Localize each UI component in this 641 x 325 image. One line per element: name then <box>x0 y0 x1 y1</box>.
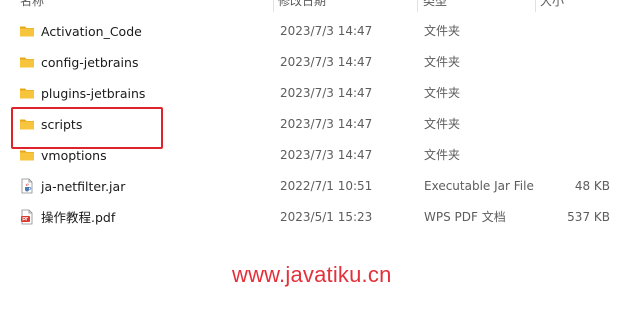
column-divider[interactable] <box>417 0 418 12</box>
folder-icon <box>20 26 34 37</box>
file-type: Executable Jar File <box>424 179 534 193</box>
column-header-date[interactable]: 修改日期 <box>278 0 326 9</box>
file-date: 2023/7/3 14:47 <box>280 86 373 100</box>
pdf-file-icon <box>21 209 33 225</box>
file-name: plugins-jetbrains <box>41 86 146 101</box>
watermark-text: www.javatiku.cn <box>232 262 392 287</box>
jar-file-icon <box>21 178 33 194</box>
column-divider[interactable] <box>273 0 274 12</box>
file-date: 2023/7/3 14:47 <box>280 117 373 131</box>
file-type: 文件夹 <box>424 55 461 69</box>
file-type: 文件夹 <box>424 86 461 100</box>
folder-icon <box>20 88 34 99</box>
file-date: 2023/7/3 14:47 <box>280 24 373 38</box>
file-type: 文件夹 <box>424 148 461 162</box>
folder-icon <box>20 150 34 161</box>
file-name: Activation_Code <box>41 24 142 39</box>
file-date: 2022/7/1 10:51 <box>280 179 373 193</box>
file-date: 2023/5/1 15:23 <box>280 210 373 224</box>
file-date: 2023/7/3 14:47 <box>280 148 373 162</box>
column-divider[interactable] <box>535 0 536 12</box>
file-size: 537 KB <box>567 210 610 224</box>
file-type: WPS PDF 文档 <box>424 210 506 224</box>
file-type: 文件夹 <box>424 24 461 38</box>
column-header-name[interactable]: 名称 <box>20 0 44 9</box>
file-size: 48 KB <box>574 179 610 193</box>
column-header-type[interactable]: 类型 <box>423 0 447 9</box>
file-name: ja-netfilter.jar <box>41 179 126 194</box>
file-type: 文件夹 <box>424 117 461 131</box>
folder-icon <box>20 57 34 68</box>
file-date: 2023/7/3 14:47 <box>280 55 373 69</box>
file-row[interactable]: 操作教程.pdf 2023/5/1 15:23 WPS PDF 文档 537 K… <box>0 202 641 233</box>
file-row[interactable]: ja-netfilter.jar 2022/7/1 10:51 Executab… <box>0 171 641 202</box>
column-header-size[interactable]: 大小 <box>540 0 564 9</box>
column-header-bar: 名称 修改日期 类型 大小 <box>0 0 641 12</box>
scripts-highlight-box <box>11 107 163 149</box>
file-name: config-jetbrains <box>41 55 139 70</box>
file-name: 操作教程.pdf <box>41 210 116 225</box>
file-row[interactable]: config-jetbrains 2023/7/3 14:47 文件夹 <box>0 47 641 78</box>
file-row[interactable]: Activation_Code 2023/7/3 14:47 文件夹 <box>0 16 641 47</box>
file-row[interactable]: plugins-jetbrains 2023/7/3 14:47 文件夹 <box>0 78 641 109</box>
